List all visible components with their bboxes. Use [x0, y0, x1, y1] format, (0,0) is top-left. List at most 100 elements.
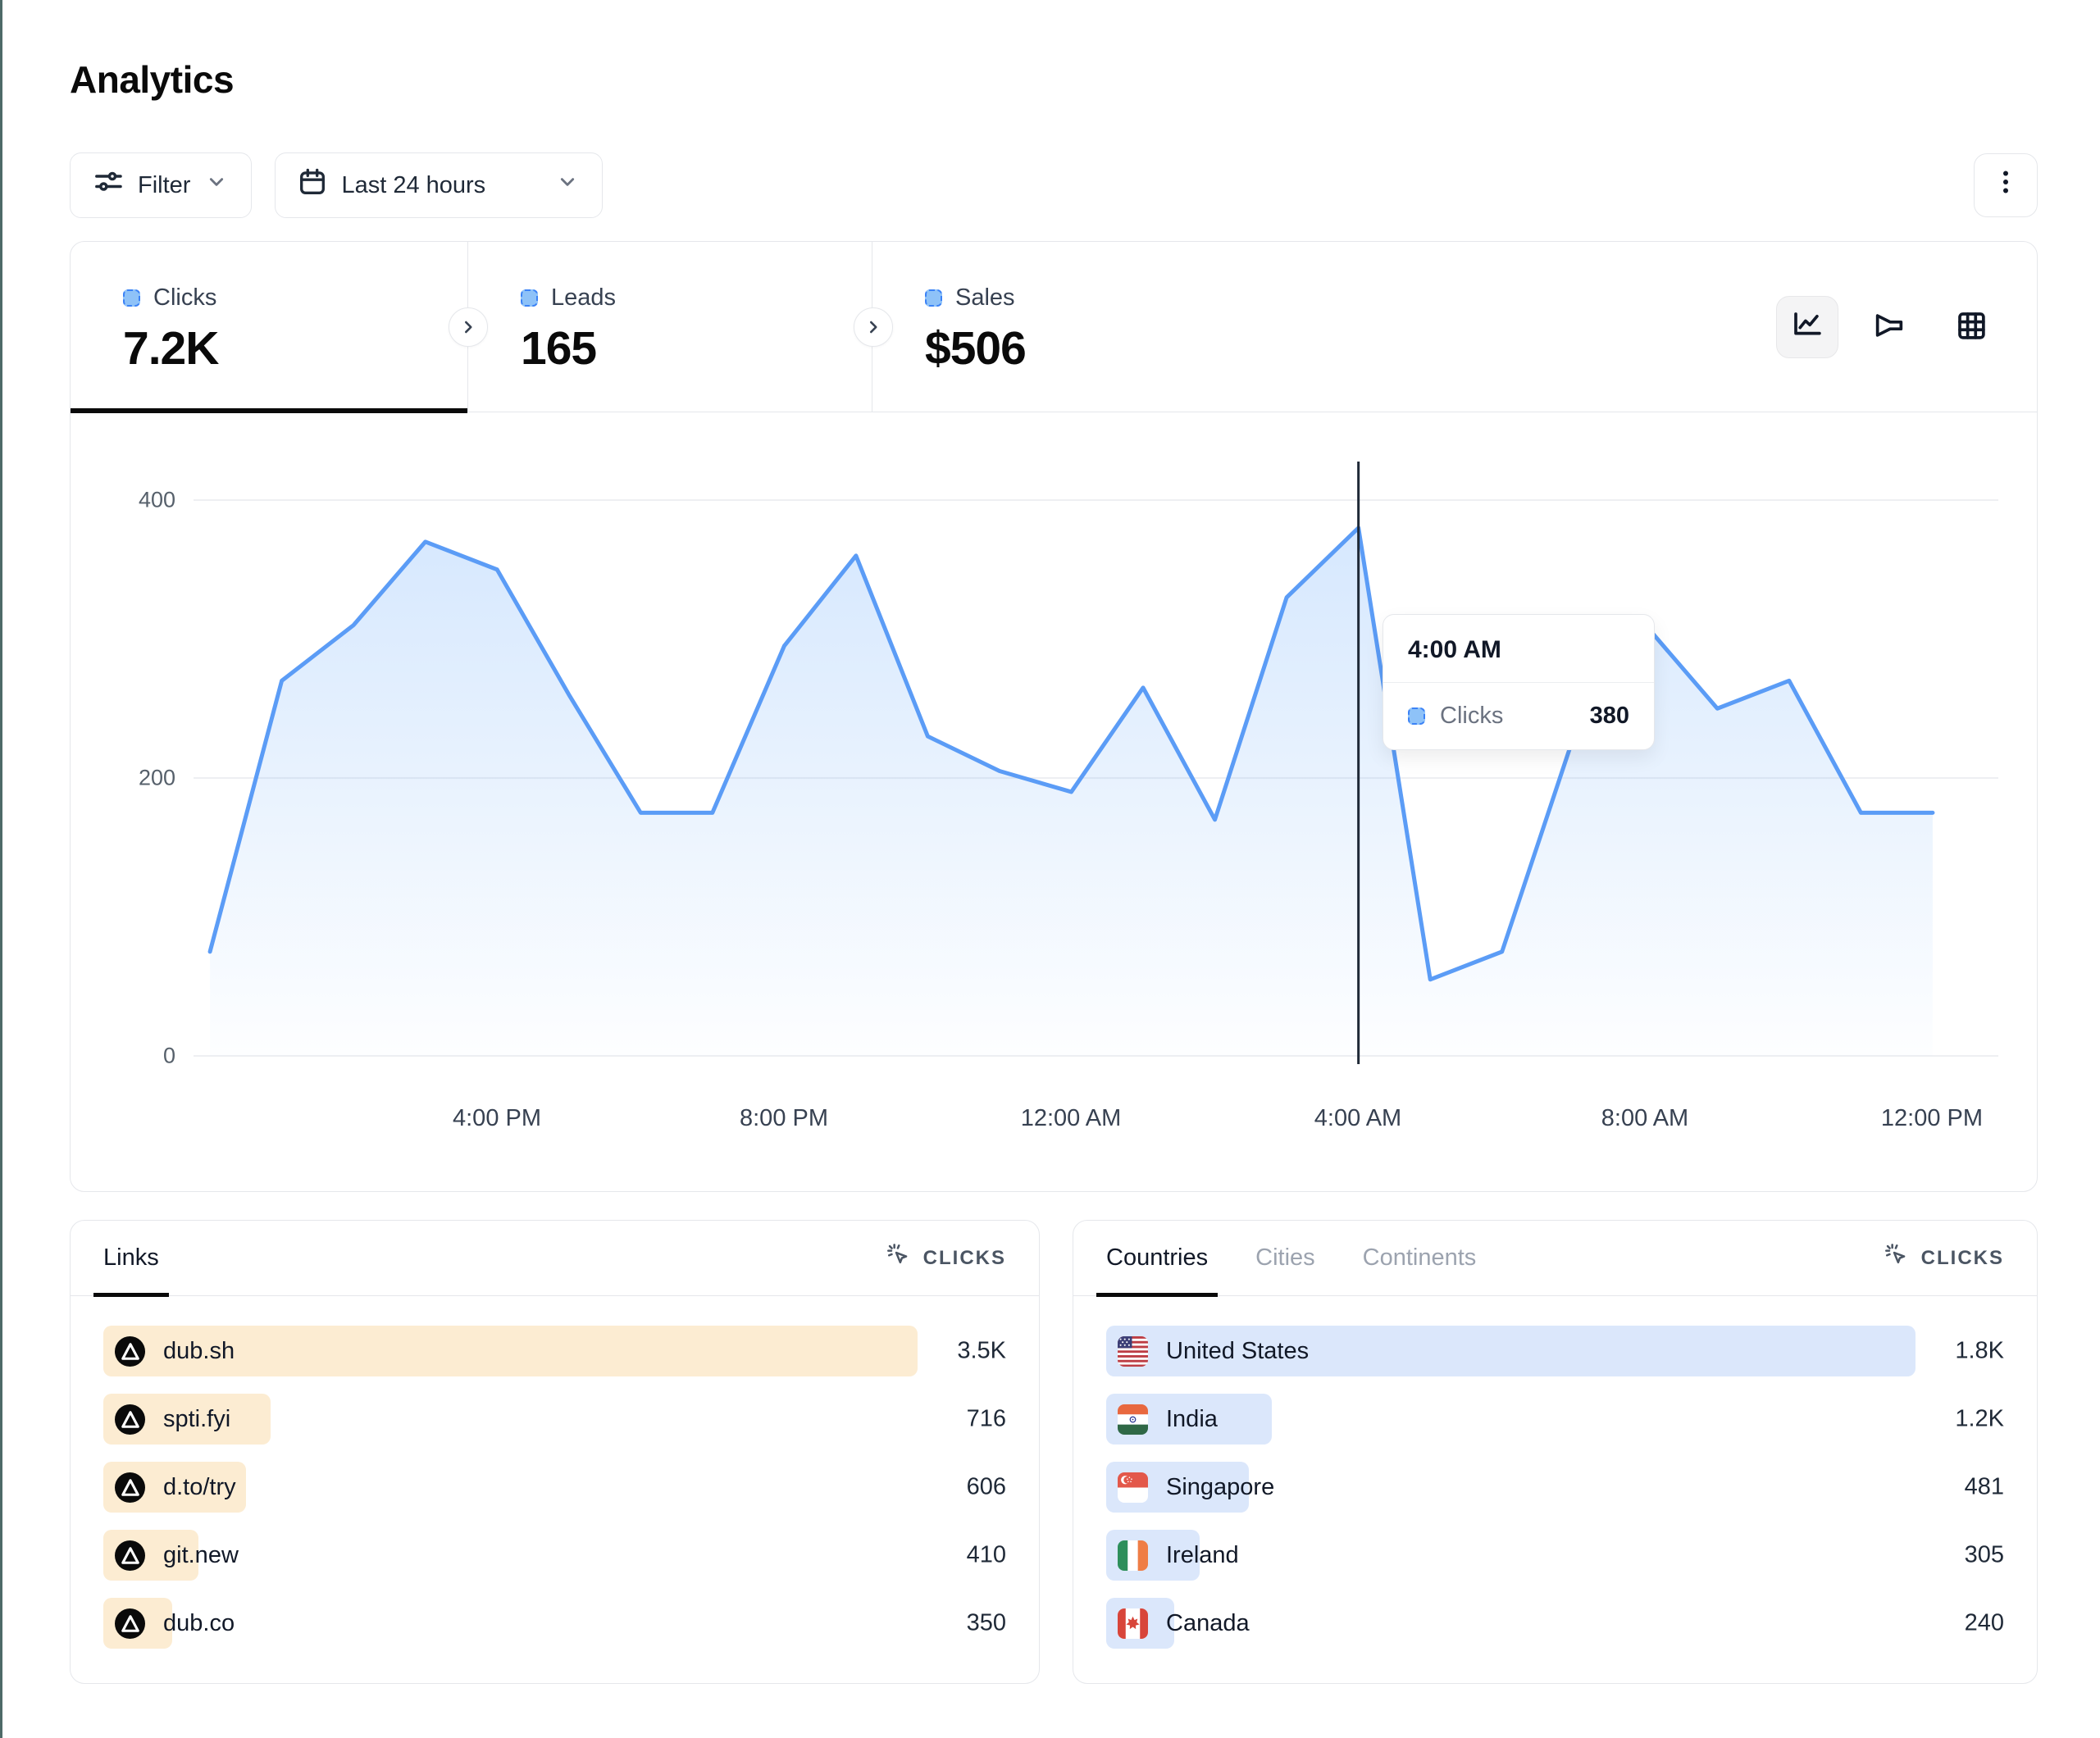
y-axis-tick: 0: [102, 1044, 175, 1069]
stat-tab-leads[interactable]: Leads 165: [468, 242, 872, 412]
link-row[interactable]: git.new 410: [103, 1530, 1006, 1581]
link-clicks-value: 606: [967, 1474, 1006, 1501]
tooltip-value: 380: [1590, 703, 1629, 730]
filter-button[interactable]: Filter: [70, 152, 252, 218]
country-clicks-value: 1.2K: [1955, 1406, 2004, 1433]
country-row[interactable]: Ireland 305: [1106, 1530, 2004, 1581]
y-axis-tick: 200: [102, 766, 175, 791]
date-range-button[interactable]: Last 24 hours: [275, 152, 603, 218]
tooltip-legend-chip: [1408, 707, 1425, 725]
tab-continents[interactable]: Continents: [1363, 1221, 1477, 1295]
countries-panel: Countries Cities Continents: [1073, 1220, 2038, 1684]
singapore-flag-icon: [1118, 1472, 1148, 1503]
link-row[interactable]: d.to/try 606: [103, 1462, 1006, 1513]
ireland-flag-icon: [1118, 1540, 1148, 1571]
grid-table-icon: [1954, 308, 1988, 345]
dub-favicon: [115, 1472, 145, 1503]
filter-button-label: Filter: [138, 172, 190, 199]
expand-leads-button[interactable]: [854, 307, 893, 347]
more-options-button[interactable]: [1974, 153, 2038, 217]
country-clicks-value: 481: [1965, 1474, 2004, 1501]
y-axis-tick: 400: [102, 488, 175, 513]
country-clicks-value: 240: [1965, 1610, 2004, 1637]
tab-cities[interactable]: Cities: [1255, 1221, 1315, 1295]
chart-type-toggles: [1776, 242, 2037, 412]
x-axis-tick: 12:00 AM: [1021, 1105, 1122, 1132]
sales-legend-chip: [925, 289, 942, 307]
links-metric-label: CLICKS: [923, 1247, 1006, 1270]
india-flag-icon: [1118, 1404, 1148, 1435]
link-clicks-value: 410: [967, 1542, 1006, 1569]
country-clicks-value: 305: [1965, 1542, 2004, 1569]
link-label: dub.co: [163, 1610, 235, 1637]
x-axis-tick: 4:00 PM: [453, 1105, 541, 1132]
stat-label: Leads: [551, 284, 616, 312]
tab-links-label: Links: [103, 1244, 159, 1272]
kebab-menu-icon: [1991, 167, 2020, 203]
click-burst-icon: [886, 1242, 912, 1274]
link-row[interactable]: spti.fyi 716: [103, 1394, 1006, 1445]
stat-tab-clicks[interactable]: Clicks 7.2K: [71, 242, 468, 412]
link-label: dub.sh: [163, 1338, 235, 1365]
dub-favicon: [115, 1404, 145, 1435]
filter-sliders-icon: [92, 166, 125, 205]
link-label: d.to/try: [163, 1474, 236, 1501]
us-flag-icon: [1118, 1336, 1148, 1367]
link-label: spti.fyi: [163, 1406, 230, 1433]
canada-flag-icon: [1118, 1608, 1148, 1639]
toolbar: Filter Last 24 hours: [70, 152, 2038, 218]
table-view-toggle[interactable]: [1940, 296, 2002, 358]
chevron-down-icon: [203, 169, 230, 202]
clicks-area-chart[interactable]: 0 200 400 4:00 PM 8:00 PM 12:00 AM 4:00 AM 8:0…: [71, 412, 2037, 1191]
countries-metric-selector[interactable]: CLICKS: [1884, 1242, 2004, 1274]
country-label: India: [1166, 1406, 1218, 1433]
country-label: Ireland: [1166, 1542, 1239, 1569]
stat-label: Clicks: [153, 284, 216, 312]
x-axis-tick: 12:00 PM: [1881, 1105, 1983, 1132]
country-label: Singapore: [1166, 1474, 1274, 1501]
dub-favicon: [115, 1336, 145, 1367]
expand-clicks-button[interactable]: [449, 307, 488, 347]
x-axis-tick: 4:00 AM: [1314, 1105, 1401, 1132]
tab-links[interactable]: Links: [103, 1221, 159, 1295]
country-clicks-value: 1.8K: [1955, 1338, 2004, 1365]
clicks-legend-chip: [123, 289, 140, 307]
leads-legend-chip: [521, 289, 538, 307]
click-burst-icon: [1884, 1242, 1910, 1274]
chart-canvas: [71, 412, 2037, 1191]
leaderboards: Links CLICKS: [70, 1220, 2038, 1684]
stat-tab-sales[interactable]: Sales $506: [872, 242, 1299, 412]
links-metric-selector[interactable]: CLICKS: [886, 1242, 1006, 1274]
stat-label: Sales: [955, 284, 1015, 312]
stats-row: Clicks 7.2K Leads 165 Sales $506: [71, 242, 2037, 412]
country-row[interactable]: Canada 240: [1106, 1598, 2004, 1649]
country-row[interactable]: India 1.2K: [1106, 1394, 2004, 1445]
links-rows: dub.sh 3.5K spti.fyi 716: [71, 1296, 1039, 1649]
country-label: United States: [1166, 1338, 1309, 1365]
chart-tooltip: 4:00 AM Clicks 380: [1383, 614, 1655, 750]
dub-favicon: [115, 1608, 145, 1639]
tooltip-time: 4:00 AM: [1383, 615, 1654, 683]
x-axis-tick: 8:00 PM: [740, 1105, 828, 1132]
stat-value: 165: [521, 321, 872, 375]
link-clicks-value: 350: [967, 1610, 1006, 1637]
funnel-icon: [1872, 308, 1906, 345]
link-label: git.new: [163, 1542, 239, 1569]
stat-value: $506: [925, 321, 1299, 375]
link-clicks-value: 716: [967, 1406, 1006, 1433]
tab-countries[interactable]: Countries: [1106, 1221, 1208, 1295]
link-row[interactable]: dub.sh 3.5K: [103, 1326, 1006, 1376]
links-panel: Links CLICKS: [70, 1220, 1040, 1684]
tab-cities-label: Cities: [1255, 1244, 1315, 1272]
stat-value: 7.2K: [123, 321, 467, 375]
funnel-chart-toggle[interactable]: [1858, 296, 1920, 358]
line-chart-toggle[interactable]: [1776, 296, 1838, 358]
tab-continents-label: Continents: [1363, 1244, 1477, 1272]
countries-metric-label: CLICKS: [1921, 1247, 2004, 1270]
country-row[interactable]: United States 1.8K: [1106, 1326, 2004, 1376]
chevron-down-icon: [554, 169, 581, 202]
calendar-icon: [297, 166, 328, 204]
x-axis-tick: 8:00 AM: [1601, 1105, 1688, 1132]
link-row[interactable]: dub.co 350: [103, 1598, 1006, 1649]
country-row[interactable]: Singapore 481: [1106, 1462, 2004, 1513]
